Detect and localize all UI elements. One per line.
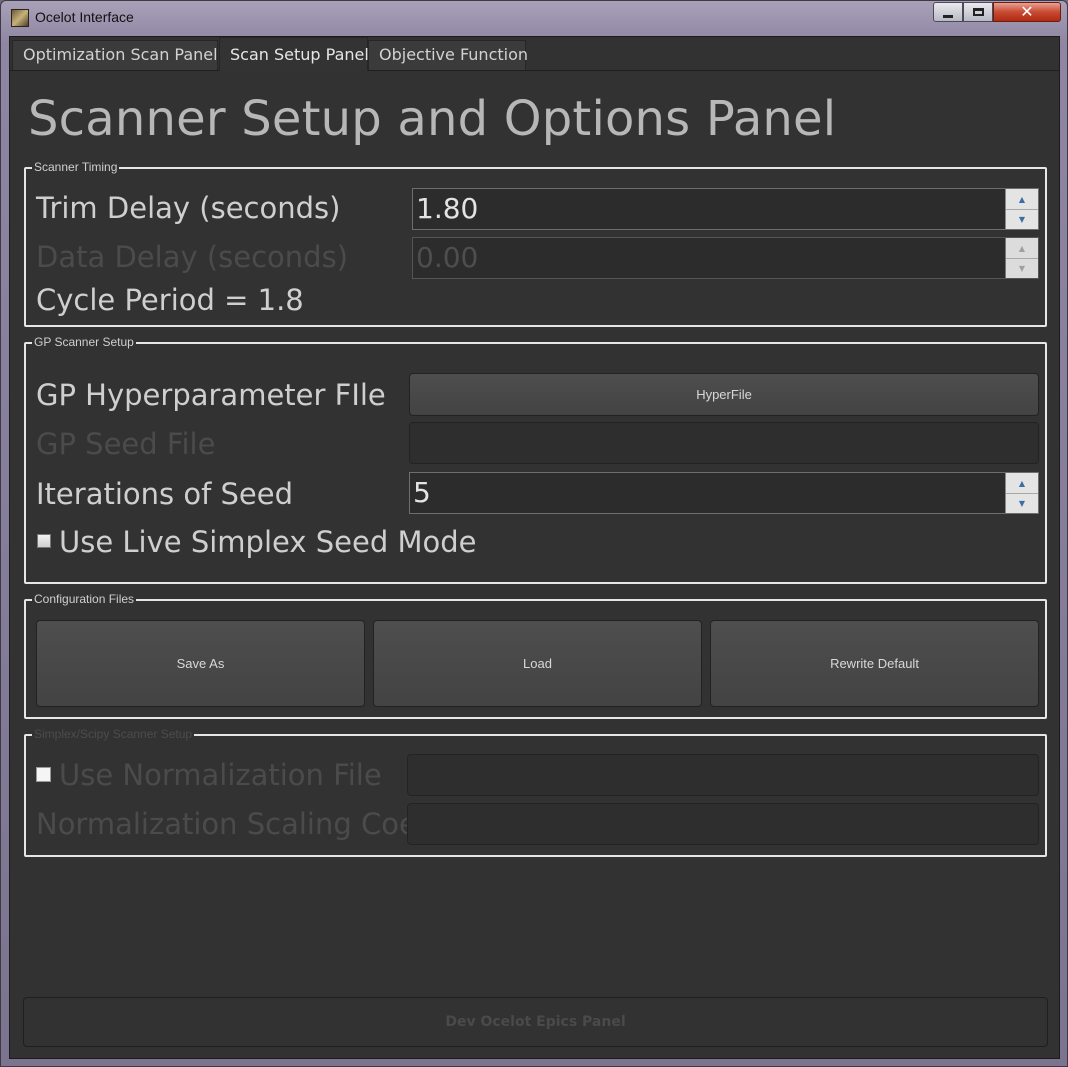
data-delay-spinbox: 0.00 ▲ ▼ <box>412 237 1039 279</box>
normalization-scaling-coeff-label: Normalization Scaling Coeff <box>36 807 437 841</box>
close-icon: ✕ <box>1020 2 1034 21</box>
close-button[interactable]: ✕ <box>993 2 1061 22</box>
spin-down-arrow-icon[interactable]: ▼ <box>1006 209 1038 229</box>
iterations-of-seed-value[interactable]: 5 <box>413 476 431 509</box>
window-title: Ocelot Interface <box>35 9 134 25</box>
gp-scanner-setup-group: GP Scanner Setup GP Hyperparameter FIle … <box>24 335 1047 584</box>
group-title-configuration-files: Configuration Files <box>32 592 137 606</box>
normalization-scaling-coeff-field <box>407 803 1039 845</box>
spin-arrows: ▲ ▼ <box>1005 473 1038 513</box>
trim-delay-label: Trim Delay (seconds) <box>36 191 341 225</box>
data-delay-value: 0.00 <box>416 241 479 274</box>
minimize-icon <box>943 14 953 18</box>
page-title: Scanner Setup and Options Panel <box>28 91 837 147</box>
simplex-scipy-setup-group: Simplex/Scipy Scanner Setup Use Normaliz… <box>24 727 1047 857</box>
tab-optimization-scan-panel[interactable]: Optimization Scan Panel <box>12 40 218 70</box>
tab-scan-setup-panel[interactable]: Scan Setup Panel <box>219 37 369 71</box>
use-normalization-checkbox[interactable] <box>36 767 51 782</box>
data-delay-label: Data Delay (seconds) <box>36 240 349 274</box>
iterations-of-seed-spinbox[interactable]: 5 ▲ ▼ <box>409 472 1039 514</box>
title-bar[interactable]: Ocelot Interface ✕ <box>1 1 1067 35</box>
load-button[interactable]: Load <box>373 620 702 707</box>
maximize-icon <box>972 8 984 16</box>
spin-up-arrow-icon[interactable]: ▲ <box>1006 473 1038 494</box>
trim-delay-value[interactable]: 1.80 <box>416 192 478 225</box>
rewrite-default-button[interactable]: Rewrite Default <box>710 620 1039 707</box>
use-normalization-file-label[interactable]: Use Normalization File <box>59 758 382 792</box>
maximize-button[interactable] <box>963 2 993 22</box>
group-title-scanner-timing: Scanner Timing <box>32 160 120 174</box>
normalization-file-field <box>407 754 1039 796</box>
spin-arrows: ▲ ▼ <box>1005 189 1038 229</box>
spin-arrows: ▲ ▼ <box>1005 238 1038 278</box>
spin-up-arrow-icon: ▲ <box>1006 238 1038 259</box>
spin-down-arrow-icon: ▼ <box>1018 263 1026 273</box>
group-title-gp-scanner-setup: GP Scanner Setup <box>32 335 136 349</box>
trim-delay-spinbox[interactable]: 1.80 ▲ ▼ <box>412 188 1039 230</box>
iterations-of-seed-label: Iterations of Seed <box>36 477 294 511</box>
spin-up-arrow-icon[interactable]: ▲ <box>1006 189 1038 210</box>
live-simplex-seed-checkbox[interactable] <box>37 534 51 548</box>
group-title-simplex-scipy-setup: Simplex/Scipy Scanner Setup <box>32 727 195 741</box>
application-window: Ocelot Interface ✕ Optimization Scan Pan… <box>0 0 1068 1067</box>
ocelot-app-icon <box>11 9 29 27</box>
tab-objective-function[interactable]: Objective Function <box>368 40 528 70</box>
gp-hyperparameter-file-label: GP Hyperparameter FIle <box>36 378 386 412</box>
tab-bar: Optimization Scan Panel Scan Setup Panel… <box>10 37 1059 71</box>
spin-down-arrow-icon[interactable]: ▼ <box>1006 493 1038 513</box>
configuration-files-group: Configuration Files Save As Load Rewrite… <box>24 592 1047 719</box>
main-panel: Optimization Scan Panel Scan Setup Panel… <box>9 36 1060 1059</box>
gp-seed-file-label: GP Seed File <box>36 427 216 461</box>
gp-seed-file-field <box>409 422 1039 464</box>
minimize-button[interactable] <box>933 2 963 22</box>
cycle-period-text: Cycle Period = 1.8 <box>36 283 304 317</box>
save-as-button[interactable]: Save As <box>36 620 365 707</box>
live-simplex-seed-label[interactable]: Use Live Simplex Seed Mode <box>59 525 476 559</box>
scanner-timing-group: Scanner Timing Trim Delay (seconds) 1.80… <box>24 160 1047 327</box>
dev-ocelot-epics-panel-button: Dev Ocelot Epics Panel <box>23 997 1048 1047</box>
hyperfile-button[interactable]: HyperFile <box>409 373 1039 416</box>
